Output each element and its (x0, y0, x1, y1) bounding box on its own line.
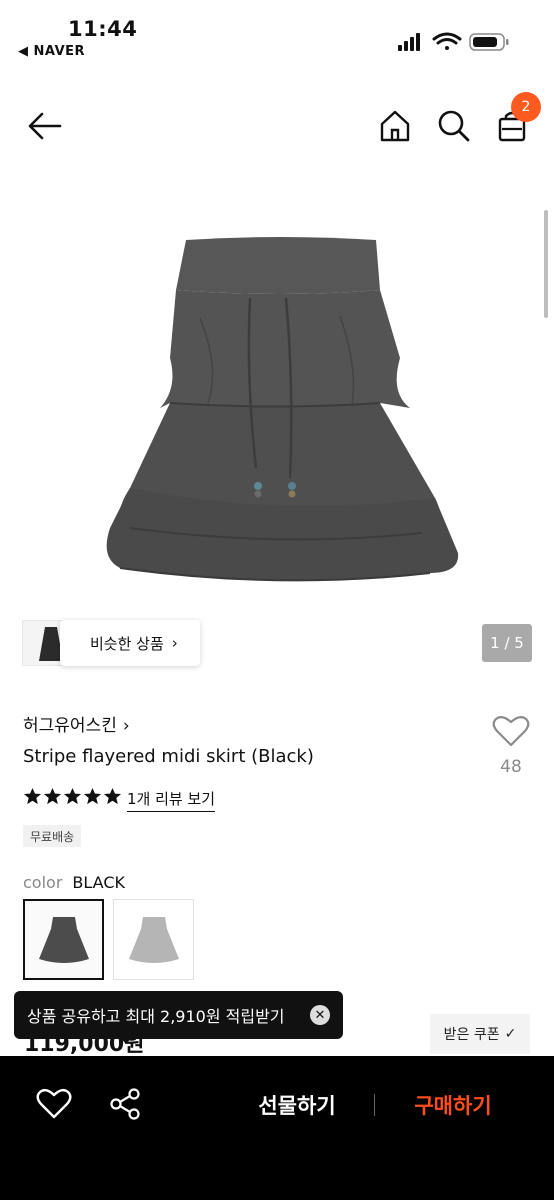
gift-button[interactable]: 선물하기 (232, 1090, 362, 1120)
similar-products-label: 비슷한 상품 (90, 634, 164, 653)
product-image[interactable] (90, 228, 470, 598)
cart-count-badge: 2 (511, 92, 541, 122)
star-icon (23, 787, 42, 805)
color-option-black[interactable] (23, 899, 104, 980)
star-icon (103, 787, 122, 805)
close-icon[interactable]: ✕ (310, 1005, 330, 1025)
product-title: Stripe flayered midi skirt (Black) (23, 746, 314, 767)
similar-products-button[interactable]: 비슷한 상품 › (60, 620, 200, 666)
color-option-gray[interactable] (113, 899, 194, 980)
review-link[interactable]: 1개 리뷰 보기 (127, 788, 216, 812)
heart-icon[interactable] (492, 714, 530, 748)
toast-pointer (118, 1035, 134, 1044)
status-icons (398, 32, 509, 51)
gray-skirt-thumbnail (128, 916, 179, 963)
share-reward-toast[interactable]: 상품 공유하고 최대 2,910원 적립받기 (14, 991, 343, 1039)
heart-icon[interactable] (36, 1087, 72, 1121)
home-icon[interactable] (378, 108, 412, 144)
search-icon[interactable] (436, 108, 472, 144)
back-arrow-icon[interactable] (26, 108, 66, 144)
buy-button[interactable]: 구매하기 (390, 1090, 516, 1120)
black-skirt-thumbnail (38, 916, 89, 963)
brand-name: 허그유어스킨 (23, 716, 117, 736)
share-icon[interactable] (108, 1087, 144, 1121)
color-label: color (23, 873, 63, 892)
color-value: BLACK (72, 873, 125, 892)
status-time: 11:44 (68, 17, 138, 41)
received-coupon-button[interactable]: 받은 쿠폰 ✓ (430, 1014, 530, 1054)
battery-icon (469, 33, 509, 51)
star-icon (83, 787, 102, 805)
free-shipping-badge: 무료배송 (23, 825, 82, 847)
scroll-indicator (544, 210, 548, 318)
image-page-counter: 1 / 5 (482, 624, 532, 662)
coupon-label: 받은 쿠폰 (443, 1027, 500, 1043)
similar-products[interactable]: 비슷한 상품 › (22, 620, 200, 666)
bottom-action-bar (0, 1056, 554, 1200)
divider (374, 1094, 375, 1116)
back-to-app-link[interactable]: ◀ NAVER (18, 44, 85, 59)
check-icon: ✓ (504, 1026, 517, 1042)
wish-count: 48 (500, 757, 522, 777)
wifi-icon (432, 32, 462, 50)
star-icon (43, 787, 62, 805)
rating-stars (23, 787, 122, 809)
signal-icon (398, 33, 420, 51)
chevron-right-icon: › (122, 716, 130, 736)
toast-text: 상품 공유하고 최대 2,910원 적립받기 (27, 1007, 285, 1026)
star-icon (63, 787, 82, 805)
chevron-right-icon: › (171, 634, 178, 652)
color-row: color BLACK (23, 873, 125, 892)
brand-link[interactable]: 허그유어스킨 › (23, 711, 130, 736)
